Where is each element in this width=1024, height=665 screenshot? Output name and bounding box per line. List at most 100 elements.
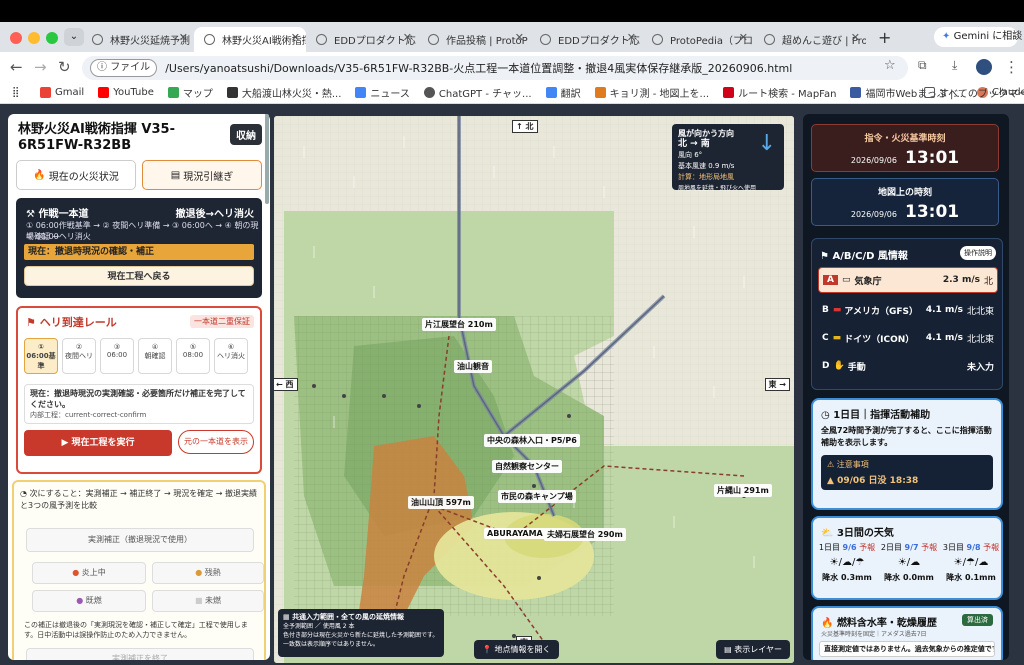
tab-close-icon[interactable]: ✕ — [739, 31, 748, 44]
tab-close-icon[interactable]: ✕ — [851, 31, 860, 44]
collapse-button[interactable]: 収納 — [230, 124, 262, 145]
actual-correction-button[interactable]: 実測補正（撤退現況で使用） — [26, 528, 254, 552]
tab-close-icon[interactable]: ✕ — [291, 31, 300, 44]
correction-note: この補正は撤退後の「実測現況を確認・補正して確定」工程で使用します。日中活動中は… — [24, 621, 248, 639]
rail-step-2[interactable]: ② 夜間ヘリ — [62, 338, 96, 374]
place-katanawa[interactable]: 片縄山 291m — [714, 484, 772, 497]
bookmark-chatgpt[interactable]: ChatGPT - チャッ... — [423, 85, 532, 100]
clock-icon: ◷ — [821, 410, 830, 421]
map-canvas[interactable]: ↑ 北 ← 西 東 → 南 風が向かう方向 北 → 南 風向 6° 基本風速 0… — [274, 116, 794, 663]
burned-button[interactable]: ● 既燃 — [32, 590, 146, 612]
bookmark-translate[interactable]: 翻訳 — [545, 85, 581, 100]
bookmark-news[interactable]: ニュース — [355, 85, 410, 100]
wind-row-b[interactable]: B ▬ アメリカ（GFS） 4.1 m/s 北北東 — [818, 299, 998, 321]
minimize-window-button[interactable] — [28, 32, 40, 44]
place-yuyama[interactable]: 油山観音 — [454, 360, 492, 373]
tab-6[interactable]: ProtoPedia（プロ ✕ — [642, 27, 754, 52]
fuel-title-text: 燃料含水率・乾燥履歴 — [836, 618, 937, 629]
current-step-bar: 現在：撤退時現況の確認・補正 — [24, 244, 254, 260]
show-original-path-button[interactable]: 元の一本道を表示 — [178, 430, 254, 454]
weather-tag: 予報 — [859, 543, 876, 552]
info-icon: ⓘ — [97, 62, 107, 73]
flag-icon: ⚑ — [820, 251, 829, 262]
tab-close-icon[interactable]: ✕ — [515, 31, 524, 44]
operation-mode: 撤退後→ヘリ消火 — [175, 209, 254, 220]
star-icon[interactable]: ☆ — [884, 58, 896, 73]
layers-button[interactable]: ▤ 表示レイヤー — [716, 640, 790, 659]
wind-key: B — [822, 305, 829, 315]
tab-2[interactable]: 林野火災AI戦術指揮 ✕ — [194, 27, 306, 52]
open-place-info-button[interactable]: 📍 地点情報を開く — [474, 640, 559, 659]
bookmark-kyori[interactable]: キョリ測 - 地図上を... — [594, 85, 709, 100]
new-tab-button[interactable]: + — [878, 28, 891, 47]
extensions-icon[interactable]: ⧉ — [918, 58, 927, 73]
left-scrollbar[interactable] — [265, 114, 269, 204]
wind-value: 2.3 m/s — [942, 275, 980, 285]
tab-1[interactable]: 林野火災延焼予測 ✕ — [82, 27, 194, 52]
wind-source: ドイツ（ICON） — [844, 334, 915, 345]
download-icon[interactable]: ⤓ — [952, 58, 957, 73]
fire-status-button[interactable]: 🔥 現在の火災状況 — [16, 160, 136, 190]
gemini-button[interactable]: ✦ Gemini に相談 — [934, 27, 1022, 47]
menu-icon[interactable]: ⋮ — [1004, 58, 1019, 76]
wind-row-c[interactable]: C ▬ ドイツ（ICON） 4.1 m/s 北北東 — [818, 327, 998, 349]
back-icon[interactable]: ← — [10, 58, 23, 76]
wind-calc: 計算：地形局地風 — [678, 173, 734, 181]
rail-step-4[interactable]: ④ 朝確認 — [138, 338, 172, 374]
open-place-info-label: 地点情報を開く — [494, 645, 551, 654]
unburned-button[interactable]: ■ 未燃 — [152, 590, 264, 612]
gemini-label: Gemini に相談 — [953, 31, 1023, 42]
burning-button[interactable]: ● 炎上中 — [32, 562, 146, 584]
place-mazaru[interactable]: 夫婦石展望台 290m — [544, 528, 626, 541]
close-window-button[interactable] — [10, 32, 22, 44]
rail-step-1[interactable]: ① 06:00基準 — [24, 338, 58, 374]
bookmark-maps[interactable]: マップ — [167, 85, 213, 100]
return-to-current-button[interactable]: 現在工程へ戻る — [24, 266, 254, 286]
place-nature-center[interactable]: 自然観察センター — [492, 460, 562, 473]
tab-3[interactable]: EDDプロダクト応 ✕ — [306, 27, 418, 52]
place-katae[interactable]: 片江展望台 210m — [422, 318, 496, 331]
bookmarks-bar: ⣿ Gmail YouTube マップ 大船渡山林火災・熱... ニュース Ch… — [0, 82, 1024, 104]
wind-row-a[interactable]: A ▭ 気象庁 2.3 m/s 北 — [818, 267, 998, 293]
wind-info-title: ⚑ A/B/C/D 風情報 — [820, 247, 908, 262]
place-aburayama[interactable]: ABURAYAMA — [484, 528, 546, 539]
right-panel: 指令・火災基準時刻 2026/09/06 13:01 地図上の時刻 2026/09… — [803, 114, 1009, 660]
bookmark-mapfan[interactable]: ルート検索 - MapFan — [723, 85, 836, 100]
help-button[interactable]: 操作説明 — [960, 246, 996, 260]
place-camp[interactable]: 市民の森キャンプ場 — [498, 490, 576, 503]
rail-step-6[interactable]: ⑥ ヘリ消火 — [214, 338, 248, 374]
rail-step-3[interactable]: ③ 06:00 — [100, 338, 134, 374]
rail-step-5[interactable]: ⑤ 08:00 — [176, 338, 210, 374]
execute-step-button[interactable]: ▶ 現在工程を実行 — [24, 430, 172, 456]
wind-key: A — [823, 275, 838, 285]
bookmark-label: YouTube — [113, 87, 154, 98]
handover-button[interactable]: ▤ 現況引継ぎ — [142, 160, 262, 190]
next-action-card: ◔ 次にすること：実測補正 → 補正終了 → 現況を確定 → 撤退実績と3つの風… — [12, 480, 266, 660]
tab-5[interactable]: EDDプロダクト応 ✕ — [530, 27, 642, 52]
tab-close-icon[interactable]: ✕ — [179, 31, 188, 44]
smolder-button[interactable]: ● 残熱 — [152, 562, 264, 584]
place-forest-entrance[interactable]: 中央の森林入口・P5/P6 — [484, 434, 580, 447]
reload-icon[interactable]: ↻ — [58, 58, 71, 76]
rail-step-num: ① — [38, 343, 44, 351]
zoom-window-button[interactable] — [46, 32, 58, 44]
url-field[interactable]: ⓘ ファイル /Users/yanoatsushi/Downloads/V35-… — [82, 56, 908, 80]
weather-icons: ☀/☁ — [897, 557, 921, 568]
tab-close-icon[interactable]: ✕ — [627, 31, 636, 44]
all-bookmarks[interactable]: すべてのブックマーク — [924, 85, 1024, 100]
tab-close-icon[interactable]: ✕ — [403, 31, 412, 44]
bookmark-ofunato[interactable]: 大船渡山林火災・熱... — [226, 85, 341, 100]
bookmark-youtube[interactable]: YouTube — [98, 87, 154, 98]
forward-icon[interactable]: → — [34, 58, 47, 76]
bookmark-gmail[interactable]: Gmail — [40, 87, 84, 98]
end-correction-button[interactable]: 実測補正を終了 — [26, 648, 254, 660]
tab-4[interactable]: 作品投稿 | ProtoP ✕ — [418, 27, 530, 52]
tab-list-button[interactable]: ⌄ — [64, 28, 84, 46]
file-scheme-pill[interactable]: ⓘ ファイル — [90, 59, 158, 77]
apps-grid-icon[interactable]: ⣿ — [12, 87, 19, 98]
avatar[interactable] — [976, 59, 992, 75]
wind-row-d[interactable]: D ✋ 手動 未入力 — [818, 355, 998, 377]
wind-arrow-icon: ↓ — [757, 131, 776, 156]
place-summit[interactable]: 油山山頂 597m — [408, 496, 474, 509]
tab-7[interactable]: 超めんこ遊び | Pro ✕ — [754, 27, 866, 52]
